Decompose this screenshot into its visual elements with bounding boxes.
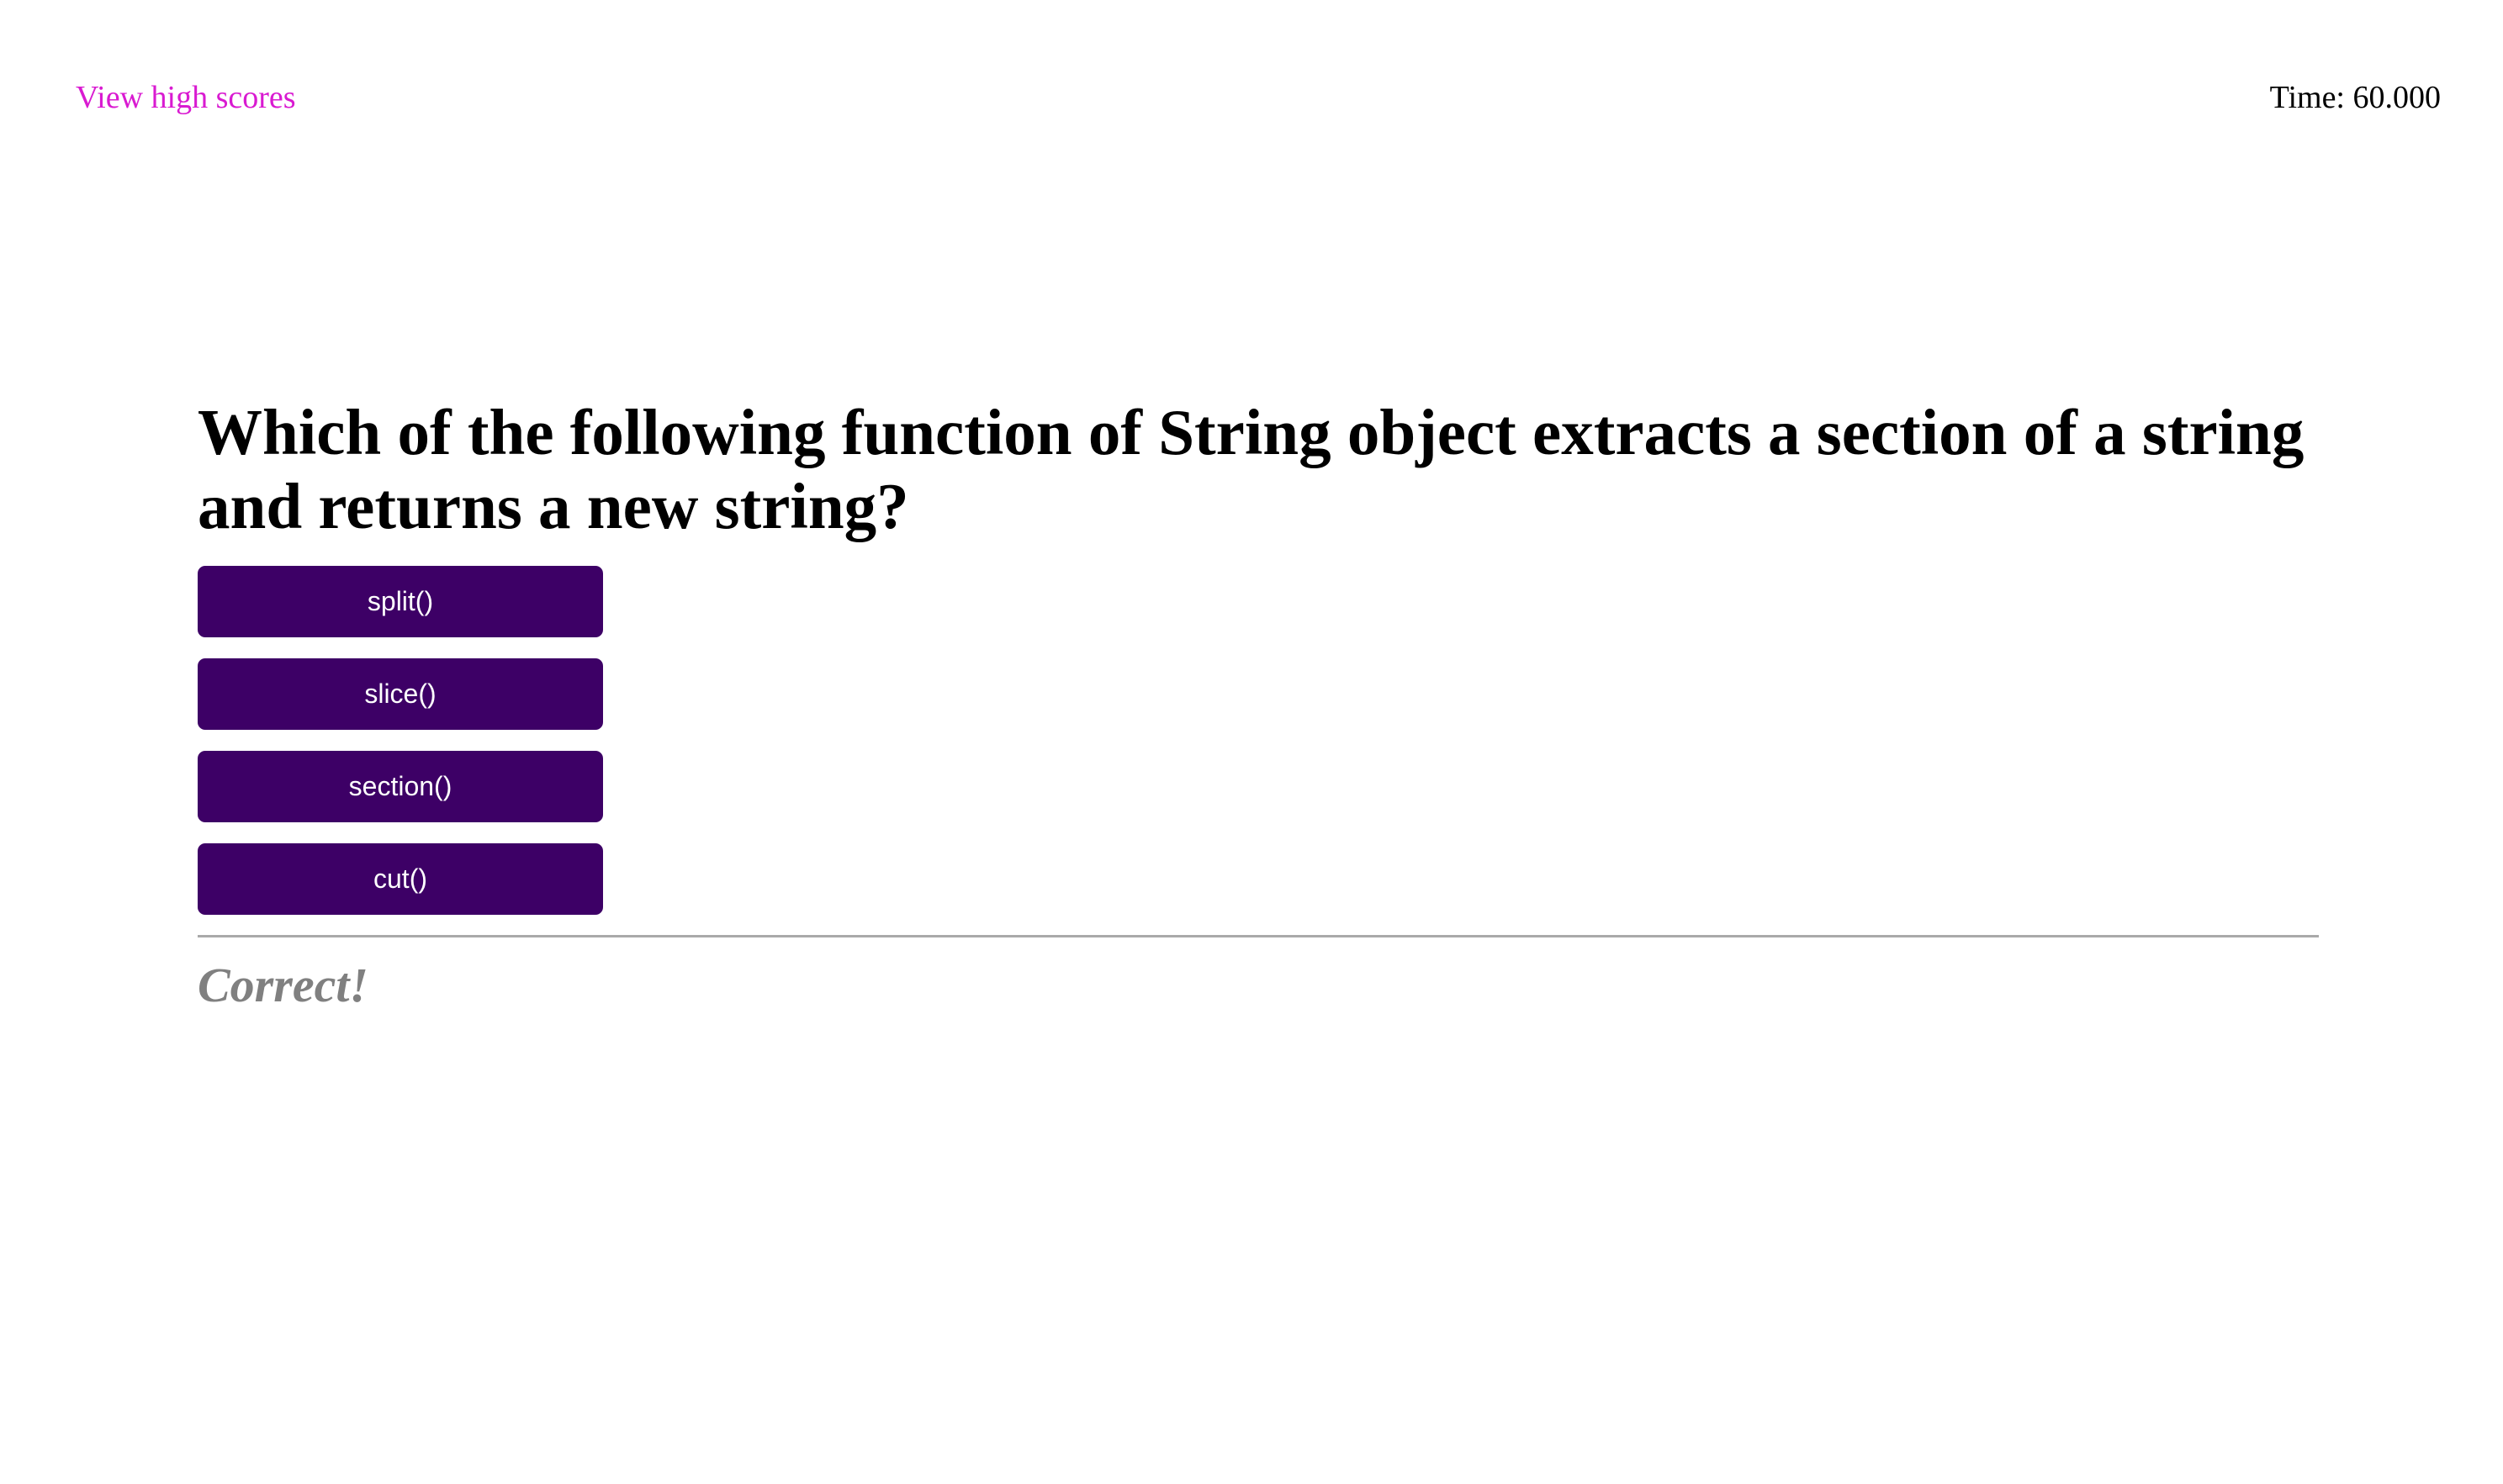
- answer-button-split[interactable]: split(): [198, 566, 603, 637]
- answer-feedback: Correct!: [198, 958, 368, 1012]
- answer-button-cut[interactable]: cut(): [198, 843, 603, 915]
- quiz-container: Which of the following function of Strin…: [198, 395, 2319, 1013]
- answer-list: split() slice() section() cut(): [198, 566, 2319, 915]
- feedback-divider: [198, 935, 2319, 937]
- header-bar: View high scores Time: 60.000: [0, 0, 2503, 151]
- view-high-scores-link[interactable]: View high scores: [76, 76, 296, 119]
- question-text: Which of the following function of Strin…: [198, 396, 2305, 542]
- answer-button-section[interactable]: section(): [198, 751, 603, 822]
- timer-display: Time: 60.000: [2269, 80, 2441, 115]
- answer-button-slice[interactable]: slice(): [198, 658, 603, 730]
